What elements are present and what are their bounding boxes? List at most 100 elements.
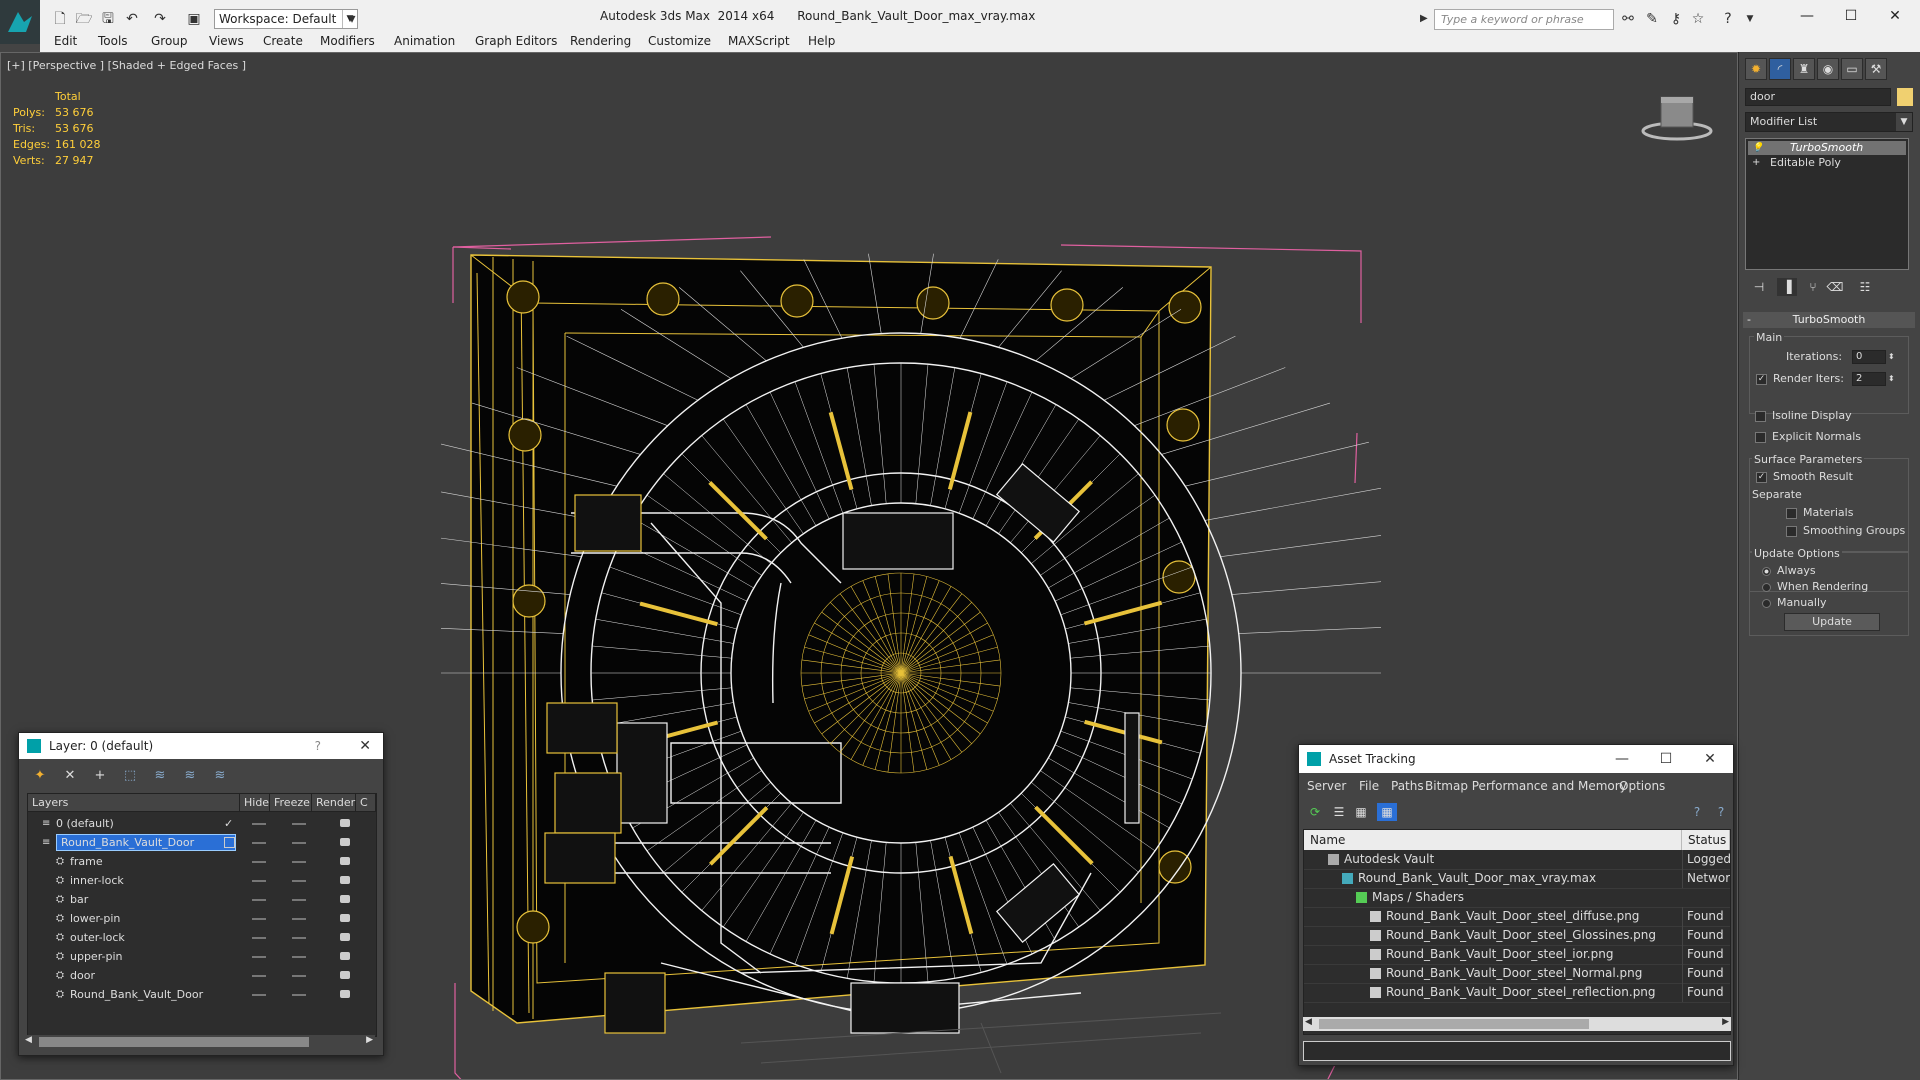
freeze-toggle[interactable] (292, 880, 306, 882)
close-icon[interactable]: ✕ (359, 733, 371, 759)
help-dropdown-icon[interactable]: ▼ (1740, 9, 1760, 29)
scrollbar-thumb[interactable] (1319, 1019, 1589, 1029)
scrollbar-thumb[interactable] (39, 1037, 309, 1047)
when-rendering-radio[interactable]: When Rendering (1762, 579, 1868, 595)
turbosmooth-rollout-header[interactable]: - TurboSmooth (1743, 312, 1915, 328)
refresh-icon[interactable]: ⟳ (1305, 803, 1325, 821)
column-hide[interactable]: Hide (240, 794, 270, 812)
help-icon[interactable]: ? (1718, 9, 1738, 29)
always-radio[interactable]: Always (1762, 563, 1816, 579)
asset-row[interactable]: Round_Bank_Vault_Door_steel_diffuse.png F… (1304, 907, 1730, 927)
hide-toggle[interactable] (252, 937, 266, 939)
vault-door-wireframe[interactable] (441, 183, 1381, 1080)
layer-row[interactable]: ⛭ Round_Bank_Vault_Door (28, 985, 376, 1004)
modifier-list-dropdown[interactable]: Modifier List ▼ (1745, 112, 1913, 132)
render-teapot-icon[interactable] (340, 857, 350, 865)
hide-toggle[interactable] (252, 823, 266, 825)
configure-sets-icon[interactable]: ☷ (1855, 278, 1875, 296)
project-folder-icon[interactable]: ▣ (184, 9, 204, 29)
current-layer-check-icon[interactable]: ✓ (224, 814, 233, 833)
maximize-icon[interactable]: ☐ (1651, 745, 1681, 773)
close-icon[interactable]: ✕ (1695, 745, 1725, 773)
help-icon[interactable]: ? (315, 733, 321, 759)
viewport-label[interactable]: [+] [Perspective ] [Shaded + Edged Faces… (7, 59, 246, 72)
pin-stack-icon[interactable]: ⊣ (1749, 278, 1769, 296)
freeze-toggle[interactable] (292, 956, 306, 958)
render-teapot-icon[interactable] (340, 895, 350, 903)
stack-item-turbosmooth[interactable]: 💡 TurboSmooth (1748, 141, 1906, 155)
menu-rendering[interactable]: Rendering (570, 32, 631, 50)
layer-row[interactable]: ≡ Round_Bank_Vault_Door (28, 833, 376, 852)
layer-row[interactable]: ⛭ lower-pin (28, 909, 376, 928)
asset-row[interactable]: Round_Bank_Vault_Door_steel_ior.png Found (1304, 945, 1730, 965)
layer-row[interactable]: ⛭ bar (28, 890, 376, 909)
column-layers[interactable]: Layers (28, 794, 240, 812)
menu-graph-editors[interactable]: Graph Editors (475, 32, 557, 50)
column-status[interactable]: Status (1682, 830, 1730, 850)
asset-path-field[interactable] (1303, 1041, 1731, 1061)
render-iters-spinner[interactable]: 2 (1852, 372, 1886, 386)
freeze-all-icon[interactable]: ≋ (209, 767, 231, 785)
hide-toggle[interactable] (252, 899, 266, 901)
object-name-field[interactable]: door (1745, 88, 1891, 106)
list-view-icon[interactable]: ☰ (1329, 803, 1349, 821)
asset-menu-file[interactable]: File (1359, 777, 1379, 795)
display-tab-icon[interactable]: ▭ (1841, 58, 1863, 80)
search-input[interactable]: Type a keyword or phrase (1434, 9, 1614, 30)
expand-search-icon[interactable]: ▶ (1420, 9, 1432, 29)
asset-menu-server[interactable]: Server (1307, 777, 1346, 795)
render-teapot-icon[interactable] (340, 876, 350, 884)
layer-row[interactable]: ⛭ door (28, 966, 376, 985)
asset-row[interactable]: Maps / Shaders (1304, 888, 1730, 908)
layer-row[interactable]: ≡ 0 (default) ✓ (28, 814, 376, 833)
table-view-icon[interactable]: ▦ (1377, 803, 1397, 821)
render-teapot-icon[interactable] (340, 952, 350, 960)
column-extra[interactable]: C (356, 794, 376, 812)
scroll-left-icon[interactable]: ◀ (1305, 1017, 1312, 1027)
save-file-icon[interactable]: 🖫 (98, 9, 118, 29)
horizontal-scrollbar[interactable]: ◀ ▶ (1303, 1017, 1731, 1031)
render-iters-checkbox[interactable]: ✓ Render Iters: (1756, 371, 1844, 387)
isoline-display-checkbox[interactable]: Isoline Display (1755, 408, 1852, 424)
column-freeze[interactable]: Freeze (270, 794, 312, 812)
redo-icon[interactable]: ↷ (150, 9, 170, 29)
favorites-star-icon[interactable]: ☆ (1688, 9, 1708, 29)
create-tab-icon[interactable]: ✹ (1745, 58, 1767, 80)
undo-icon[interactable]: ↶ (122, 9, 142, 29)
column-render[interactable]: Render (312, 794, 356, 812)
render-teapot-icon[interactable] (340, 819, 350, 827)
hide-all-icon[interactable]: ≋ (179, 767, 201, 785)
object-color-swatch[interactable] (1897, 88, 1913, 106)
set-current-layer-icon[interactable] (224, 837, 235, 848)
materials-checkbox[interactable]: Materials (1786, 505, 1853, 521)
app-logo-icon[interactable] (0, 0, 40, 44)
render-teapot-icon[interactable] (340, 914, 350, 922)
asset-row[interactable]: Round_Bank_Vault_Door_max_vray.max Networ… (1304, 869, 1730, 889)
hierarchy-tab-icon[interactable]: ♜ (1793, 58, 1815, 80)
hide-toggle[interactable] (252, 861, 266, 863)
spinner-arrows-icon[interactable]: ⬍ (1888, 371, 1895, 387)
render-teapot-icon[interactable] (340, 971, 350, 979)
remove-modifier-icon[interactable]: ⌫ (1825, 278, 1845, 296)
menu-customize[interactable]: Customize (648, 32, 711, 50)
new-file-icon[interactable]: 🗋 (50, 9, 70, 29)
asset-row[interactable]: Round_Bank_Vault_Door_steel_Glossines.pn… (1304, 926, 1730, 946)
menu-tools[interactable]: Tools (98, 32, 128, 50)
explicit-normals-checkbox[interactable]: Explicit Normals (1755, 429, 1861, 445)
scroll-right-icon[interactable]: ▶ (1722, 1017, 1729, 1027)
highlight-layer-icon[interactable]: ≋ (149, 767, 171, 785)
smoothing-groups-checkbox[interactable]: Smoothing Groups (1786, 523, 1905, 539)
modify-tab-icon[interactable]: ◜ (1769, 58, 1791, 80)
menu-edit[interactable]: Edit (54, 32, 77, 50)
layer-row[interactable]: ⛭ frame (28, 852, 376, 871)
freeze-toggle[interactable] (292, 861, 306, 863)
manually-radio[interactable]: Manually (1762, 595, 1827, 611)
key-icon[interactable]: ⚷ (1666, 9, 1686, 29)
menu-modifiers[interactable]: Modifiers (320, 32, 375, 50)
show-end-result-icon[interactable]: ▐ (1777, 278, 1797, 296)
hide-toggle[interactable] (252, 842, 266, 844)
hide-toggle[interactable] (252, 880, 266, 882)
update-button[interactable]: Update (1784, 613, 1880, 631)
freeze-toggle[interactable] (292, 975, 306, 977)
delete-layer-icon[interactable]: ✕ (59, 767, 81, 785)
